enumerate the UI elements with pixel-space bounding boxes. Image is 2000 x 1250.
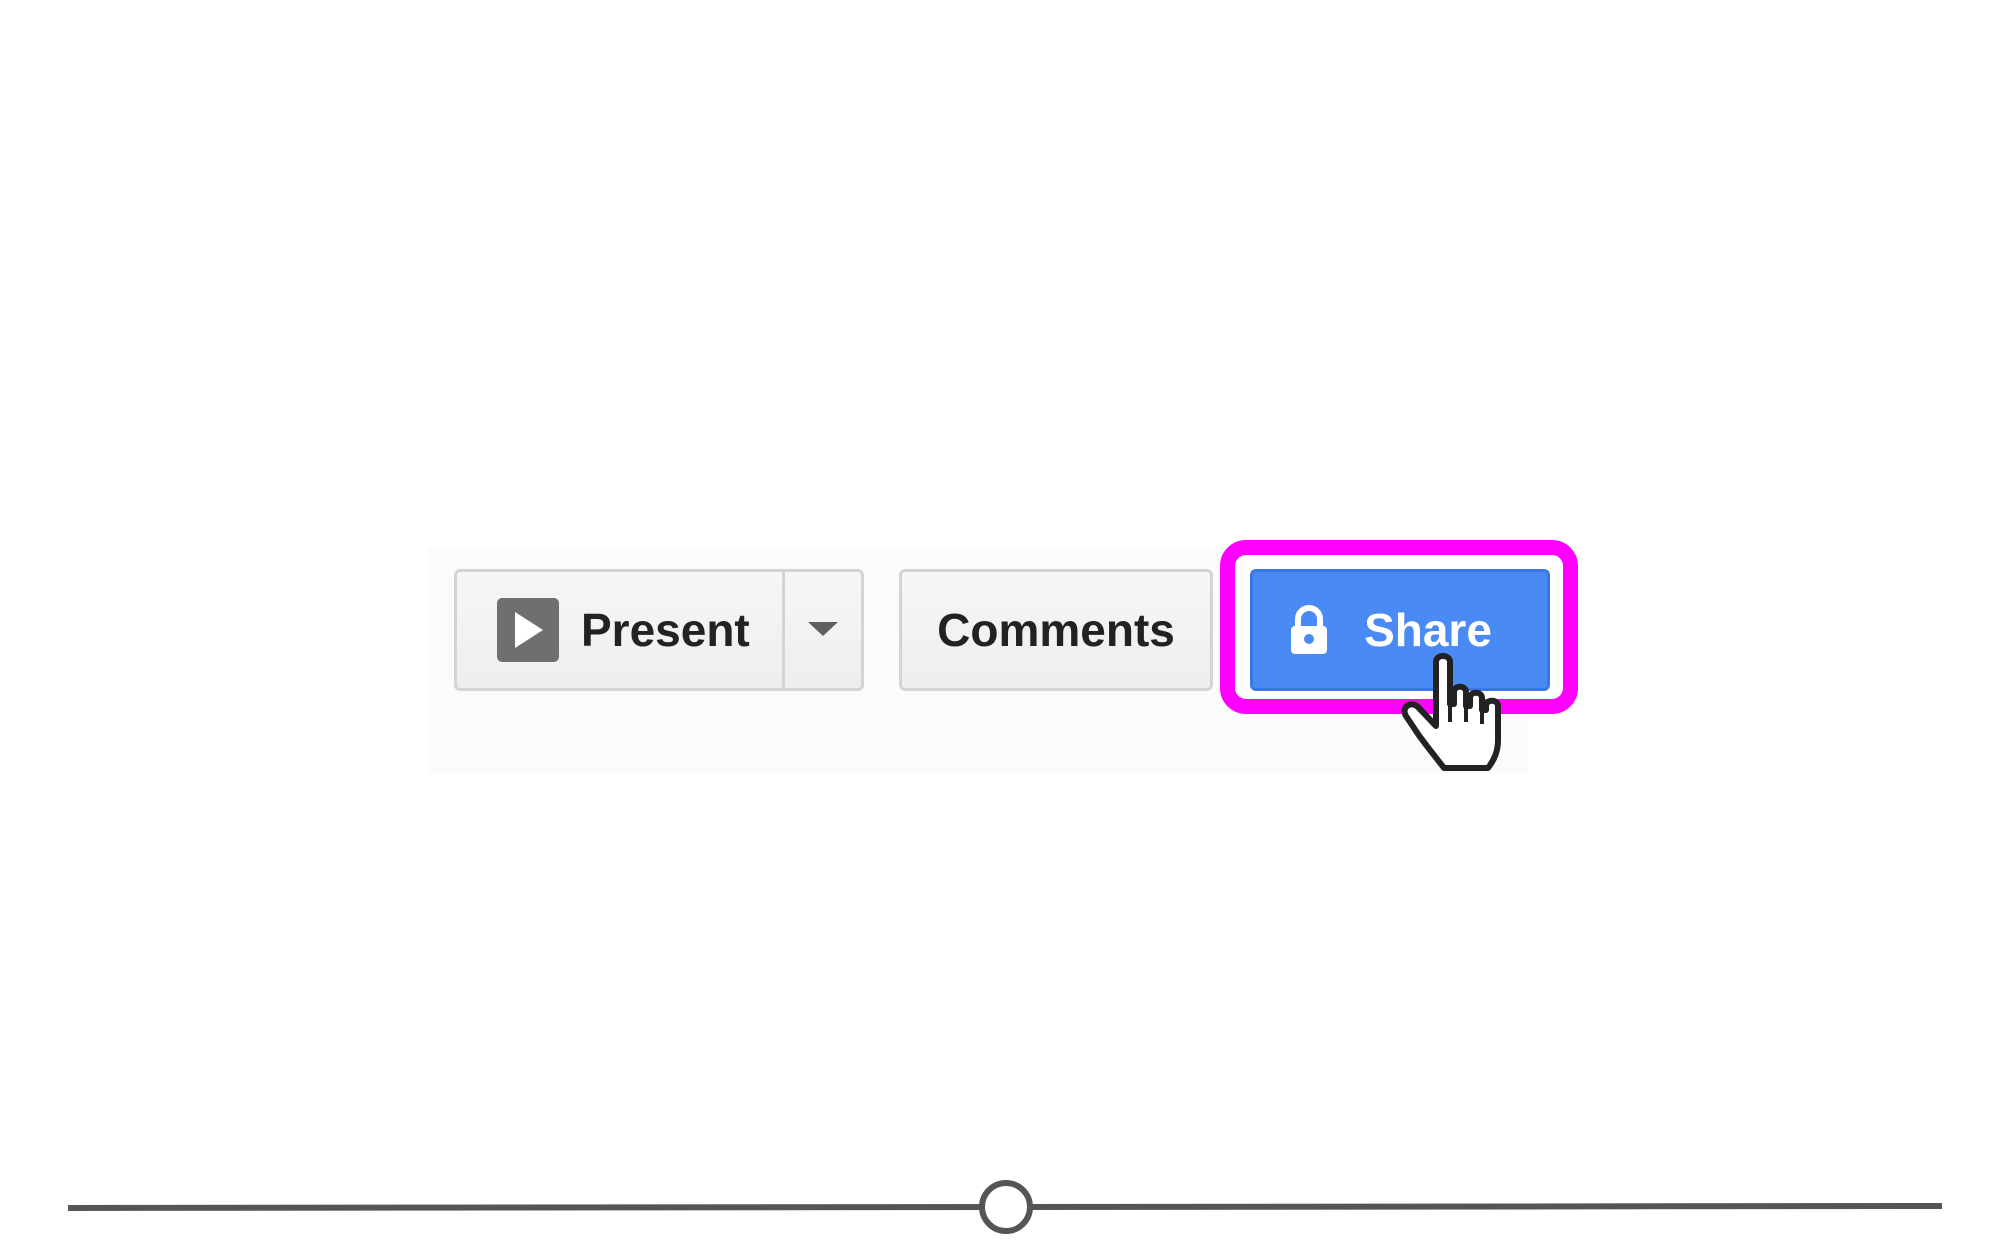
comments-label: Comments [937,604,1175,656]
present-button[interactable]: Present [457,572,785,688]
present-label: Present [581,604,750,656]
play-icon [497,598,559,662]
present-menu-button[interactable] [785,572,861,688]
hand-pointer-icon [1398,652,1518,776]
chevron-down-icon [806,618,840,643]
present-button-group: Present [454,569,864,691]
stage: Present Comments Share [0,0,2000,1250]
timeline-slider[interactable] [0,1160,2000,1250]
comments-button[interactable]: Comments [899,569,1213,691]
lock-icon [1288,604,1330,656]
timeline-handle [979,1180,1033,1234]
share-label: Share [1364,604,1492,656]
